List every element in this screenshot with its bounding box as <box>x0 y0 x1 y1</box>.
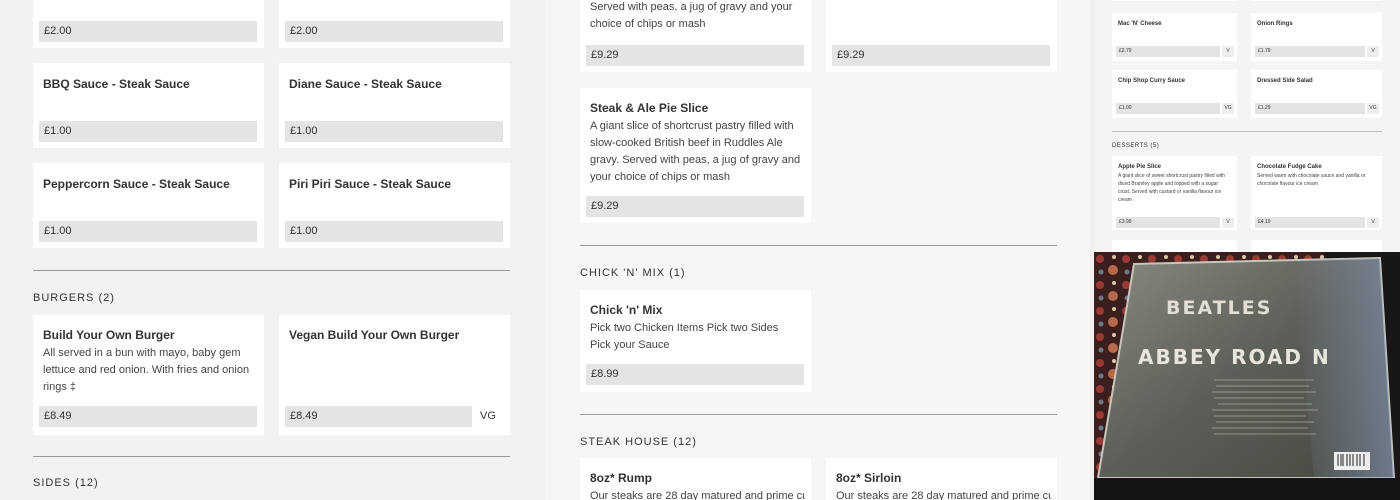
vegetarian-badge: V <box>1367 46 1379 57</box>
menu-card[interactable]: BBQ Sauce - Steak Sauce £1.00 <box>33 63 264 148</box>
vegetarian-badge: V <box>1222 217 1234 228</box>
price: £8.49 <box>285 406 472 427</box>
section-title-sides: SIDES (12) <box>33 477 99 489</box>
vegan-badge: VG <box>1367 103 1379 114</box>
middle-menu-panel: Served with peas, a jug of gravy and you… <box>545 0 1090 500</box>
mini-card[interactable] <box>1112 0 1237 1</box>
mini-card[interactable]: Chocolate Fudge Cake Served warm with ch… <box>1251 156 1382 230</box>
menu-card[interactable]: Diane Sauce - Steak Sauce £1.00 <box>279 63 510 148</box>
menu-card[interactable]: £2.00 <box>33 0 264 48</box>
section-title-chick-n-mix: CHICK 'N' MIX (1) <box>580 267 686 279</box>
item-title: 8oz* Sirloin <box>836 471 902 485</box>
price: £2.00 <box>285 21 503 42</box>
menu-card[interactable]: £9.29 <box>826 0 1057 72</box>
item-title: Vegan Build Your Own Burger <box>289 328 460 342</box>
left-menu-panel: £2.00 £2.00 BBQ Sauce - Steak Sauce £1.0… <box>0 0 545 500</box>
vegetarian-badge: V <box>1367 217 1379 228</box>
item-title: Mac 'N' Cheese <box>1118 21 1162 27</box>
photo-image: BEATLES ABBEY ROAD N <box>1094 252 1400 500</box>
mini-card[interactable]: Apple Pie Slice A giant slice of sweet s… <box>1112 156 1237 230</box>
section-divider <box>33 456 510 457</box>
menu-card[interactable]: Vegan Build Your Own Burger £8.49 VG <box>279 315 510 435</box>
menu-card[interactable]: £2.00 <box>279 0 510 48</box>
price: £1.79 <box>1255 46 1365 57</box>
section-title-desserts: DESSERTS (5) <box>1112 143 1160 149</box>
item-description: A giant slice of sweet shortcrust pastry… <box>1118 173 1225 203</box>
mini-card[interactable]: Onion Rings £1.79 V <box>1251 13 1382 61</box>
section-divider <box>580 245 1057 246</box>
item-title: BBQ Sauce - Steak Sauce <box>43 77 190 91</box>
record-title-band: BEATLES <box>1166 297 1272 319</box>
price: £2.79 <box>1116 46 1220 57</box>
menu-card[interactable]: Piri Piri Sauce - Steak Sauce £1.00 <box>279 163 510 248</box>
menu-card[interactable]: Chick 'n' Mix Pick two Chicken Items Pic… <box>580 290 811 392</box>
price: £1.29 <box>1255 103 1365 114</box>
item-title: Chocolate Fudge Cake <box>1257 164 1322 170</box>
mini-card[interactable]: Chip Shop Curry Sauce £1.00 VG <box>1112 70 1237 118</box>
menu-card[interactable]: Served with peas, a jug of gravy and you… <box>580 0 811 72</box>
menu-card[interactable]: 8oz* Rump Our steaks are 28 day matured … <box>580 458 811 500</box>
price: £9.29 <box>586 196 804 217</box>
record-title-album: ABBEY ROAD N <box>1138 345 1331 369</box>
item-title: Diane Sauce - Steak Sauce <box>289 77 442 91</box>
item-title: Piri Piri Sauce - Steak Sauce <box>289 177 452 191</box>
price: £9.29 <box>586 45 804 66</box>
vegan-badge: VG <box>475 406 501 427</box>
item-title: 8oz* Rump <box>590 471 653 485</box>
item-title: Chip Shop Curry Sauce <box>1118 78 1186 84</box>
price: £4.19 <box>1255 217 1365 228</box>
item-description: All served in a bun with mayo, baby gem … <box>43 347 250 393</box>
price: £1.00 <box>39 221 257 242</box>
section-divider <box>33 270 510 271</box>
item-title: Chick 'n' Mix <box>590 303 663 317</box>
item-title: Dressed Side Salad <box>1257 78 1313 84</box>
item-description: Our steaks are 28 day matured and prime … <box>836 490 1051 500</box>
section-divider <box>580 414 1057 415</box>
right-mini-panel: Mac 'N' Cheese £2.79 V Onion Rings £1.79… <box>1094 0 1400 252</box>
menu-card[interactable]: Build Your Own Burger All served in a bu… <box>33 315 264 435</box>
menu-card[interactable]: Steak & Ale Pie Slice A giant slice of s… <box>580 88 811 223</box>
item-description: Served with peas, a jug of gravy and you… <box>590 1 793 30</box>
mini-card[interactable] <box>1251 0 1382 1</box>
mini-card[interactable]: Dressed Side Salad £1.29 VG <box>1251 70 1382 118</box>
item-title: Onion Rings <box>1257 21 1293 27</box>
mini-card[interactable]: Mac 'N' Cheese £2.79 V <box>1112 13 1237 61</box>
price: £1.00 <box>285 121 503 142</box>
item-title: Steak & Ale Pie Slice <box>590 101 709 115</box>
section-title-burgers: BURGERS (2) <box>33 292 115 304</box>
price: £3.99 <box>1116 217 1220 228</box>
item-title: Peppercorn Sauce - Steak Sauce <box>43 177 230 191</box>
item-title: Apple Pie Slice <box>1118 164 1162 170</box>
record-photo: BEATLES ABBEY ROAD N <box>1094 252 1400 500</box>
section-divider <box>1112 131 1382 132</box>
mini-card[interactable] <box>1251 240 1382 252</box>
item-description: Served warm with chocolate sauce and van… <box>1257 173 1366 187</box>
price: £2.00 <box>39 21 257 42</box>
vegan-badge: VG <box>1222 103 1234 114</box>
price: £1.00 <box>285 221 503 242</box>
item-description: Pick two Chicken Items Pick two Sides Pi… <box>590 322 779 351</box>
price: £9.29 <box>832 45 1050 66</box>
section-title-steak-house: STEAK HOUSE (12) <box>580 436 697 448</box>
price: £8.99 <box>586 364 804 385</box>
vegetarian-badge: V <box>1222 46 1234 57</box>
price: £1.00 <box>39 121 257 142</box>
mini-card[interactable] <box>1112 240 1237 252</box>
menu-card[interactable]: Peppercorn Sauce - Steak Sauce £1.00 <box>33 163 264 248</box>
item-title: Build Your Own Burger <box>43 328 175 342</box>
price: £1.00 <box>1116 103 1220 114</box>
price: £8.49 <box>39 406 257 427</box>
menu-card[interactable]: 8oz* Sirloin Our steaks are 28 day matur… <box>826 458 1057 500</box>
item-description: Our steaks are 28 day matured and prime … <box>590 490 805 500</box>
item-description: A giant slice of shortcrust pastry fille… <box>590 120 801 183</box>
